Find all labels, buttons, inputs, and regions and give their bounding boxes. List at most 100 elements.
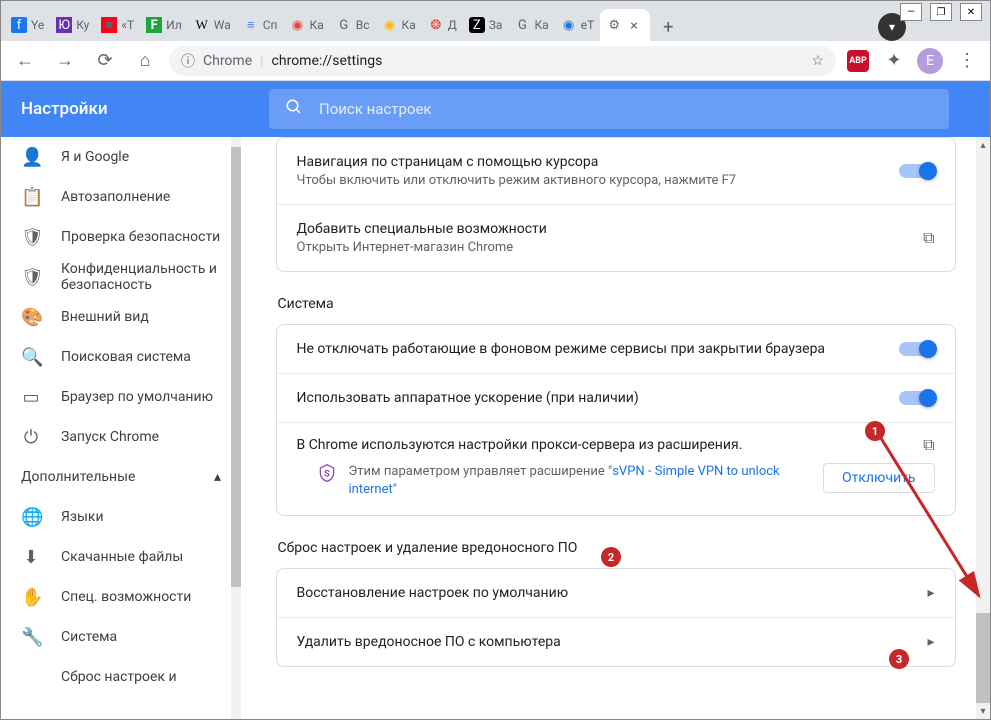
- sidebar-item-label: Браузер по умолчанию: [61, 389, 213, 405]
- sidebar-item[interactable]: 🛡Проверка безопасности: [1, 217, 241, 257]
- hardware-accel-toggle[interactable]: [899, 391, 935, 405]
- tab-title: Д: [448, 18, 457, 32]
- sidebar-item[interactable]: ⏻ Запуск Chrome: [1, 417, 241, 457]
- sidebar-item-icon: 🔧: [21, 627, 41, 648]
- sidebar-item-icon: 👤: [21, 147, 41, 168]
- browser-tab[interactable]: GКа: [508, 9, 554, 41]
- bookmark-star-icon[interactable]: ☆: [811, 53, 824, 69]
- browser-tab[interactable]: ■«Т: [95, 9, 140, 41]
- system-heading: Система: [278, 296, 958, 312]
- caret-browsing-toggle[interactable]: [899, 164, 935, 178]
- reload-button[interactable]: ⟳: [89, 45, 121, 77]
- sidebar-item[interactable]: 📋 Автозаполнение: [1, 177, 241, 217]
- scroll-thumb[interactable]: [976, 613, 990, 703]
- browser-tab[interactable]: ЮКу: [50, 9, 95, 41]
- tab-title: eT: [581, 18, 595, 32]
- home-button[interactable]: ⌂: [129, 45, 161, 77]
- sidebar-item-icon: 🌐: [21, 507, 41, 528]
- window-controls: — ❐ ✕: [900, 3, 982, 21]
- tab-title: Сп: [263, 18, 278, 32]
- browser-tab[interactable]: ❂Д: [422, 9, 463, 41]
- sidebar-advanced-toggle[interactable]: Дополнительные ▴: [1, 457, 241, 497]
- search-icon: [285, 98, 303, 121]
- proxy-row: В Chrome используются настройки прокси-с…: [277, 422, 955, 515]
- sidebar-item[interactable]: ▭Браузер по умолчанию: [1, 377, 241, 417]
- minimize-button[interactable]: —: [900, 3, 922, 21]
- annotation-2: 2: [601, 547, 621, 567]
- extensions-icon[interactable]: ✦: [880, 47, 908, 75]
- browser-tab-active[interactable]: ⚙×: [600, 9, 650, 41]
- omnibox[interactable]: ⓘ Chrome | chrome://settings ☆: [169, 46, 836, 76]
- svg-text:S: S: [324, 469, 330, 479]
- browser-tab[interactable]: WWa: [188, 9, 237, 41]
- sidebar-item-label: Спец. возможности: [61, 589, 191, 605]
- settings-search[interactable]: [269, 89, 949, 129]
- sidebar-item[interactable]: 🛡Конфиденциальность и безопасность: [1, 257, 241, 297]
- sidebar-item-label: Запуск Chrome: [61, 429, 159, 445]
- sidebar-advanced-label: Дополнительные: [21, 469, 135, 485]
- maximize-button[interactable]: ❐: [930, 3, 952, 21]
- sidebar-item[interactable]: ⬇Скачанные файлы: [1, 537, 241, 577]
- address-bar: ← → ⟳ ⌂ ⓘ Chrome | chrome://settings ☆ A…: [1, 41, 990, 81]
- close-window-button[interactable]: ✕: [960, 3, 982, 21]
- favicon: ◉: [382, 17, 398, 33]
- sidebar-item[interactable]: Сброс настроек и: [1, 657, 241, 697]
- site-info-icon[interactable]: ⓘ: [181, 51, 195, 71]
- back-button[interactable]: ←: [9, 45, 41, 77]
- chrome-menu-icon[interactable]: ⋮: [952, 50, 982, 71]
- cleanup-computer-row[interactable]: Удалить вредоносное ПО с компьютера ▸: [277, 617, 955, 666]
- browser-tab[interactable]: fYe: [5, 9, 50, 41]
- tab-title: Вс: [356, 18, 370, 32]
- chevron-up-icon: ▴: [214, 469, 221, 485]
- omnibox-divider: |: [260, 53, 263, 69]
- caret-browsing-sub: Чтобы включить или отключить режим актив…: [297, 172, 899, 190]
- profile-avatar[interactable]: E: [916, 47, 944, 75]
- restore-defaults-row[interactable]: Восстановление настроек по умолчанию ▸: [277, 569, 955, 617]
- browser-tab[interactable]: ◉Ка: [284, 9, 330, 41]
- tab-title: Ку: [76, 18, 89, 32]
- sidebar-item[interactable]: 🔧Система: [1, 617, 241, 657]
- sidebar-item[interactable]: 🔍Поисковая система: [1, 337, 241, 377]
- sidebar-item[interactable]: ✋Спец. возможности: [1, 577, 241, 617]
- sidebar-item-icon: 🛡: [21, 267, 41, 288]
- browser-tab[interactable]: ◉ Ка: [376, 9, 422, 41]
- sidebar-item[interactable]: 🎨 Внешний вид: [1, 297, 241, 337]
- sidebar-item-icon: 🛡: [21, 227, 41, 248]
- browser-tab[interactable]: FИл: [140, 9, 188, 41]
- omnibox-scheme: Chrome: [203, 53, 252, 69]
- svpn-extension-icon: S: [317, 463, 337, 483]
- browser-tab[interactable]: ◉eT: [555, 9, 601, 41]
- sidebar-item-icon: 🔍: [21, 347, 41, 368]
- sidebar-item-icon: 📋: [21, 187, 41, 208]
- hardware-accel-label: Использовать аппаратное ускорение (при н…: [297, 388, 639, 408]
- favicon: Z: [469, 17, 485, 33]
- sidebar-item-icon: 🎨: [21, 307, 41, 328]
- sidebar-item[interactable]: 🌐 Языки: [1, 497, 241, 537]
- scroll-up-arrow[interactable]: ▴: [976, 137, 990, 153]
- scroll-down-arrow[interactable]: ▾: [976, 703, 990, 719]
- browser-tab[interactable]: GВс: [330, 9, 376, 41]
- abp-extension-icon[interactable]: ABP: [844, 47, 872, 75]
- annotation-arrow: [861, 421, 991, 611]
- sidebar-item-icon: ⏻: [21, 427, 41, 448]
- background-apps-row: Не отключать работающие в фоновом режиме…: [277, 325, 955, 373]
- background-apps-label: Не отключать работающие в фоновом режиме…: [297, 339, 826, 359]
- sidebar-scrollbar[interactable]: [231, 137, 241, 719]
- add-accessibility-row[interactable]: Добавить специальные возможности Открыть…: [277, 204, 955, 271]
- content-area: 👤Я и Google 📋 Автозаполнение 🛡Проверка безо…: [1, 137, 990, 719]
- settings-search-input[interactable]: [319, 100, 933, 118]
- tab-close-icon[interactable]: ×: [630, 18, 644, 32]
- sidebar-item-label: Внешний вид: [61, 309, 149, 325]
- background-apps-toggle[interactable]: [899, 342, 935, 356]
- browser-tab[interactable]: ≡Сп: [237, 9, 284, 41]
- sidebar-item-label: Автозаполнение: [61, 189, 170, 205]
- tab-title: Ка: [402, 18, 416, 32]
- favicon: f: [11, 17, 27, 33]
- browser-tab[interactable]: ZЗа: [463, 9, 509, 41]
- new-tab-button[interactable]: +: [654, 13, 682, 41]
- sidebar-item[interactable]: 👤Я и Google: [1, 137, 241, 177]
- hardware-accel-row: Использовать аппаратное ускорение (при н…: [277, 373, 955, 422]
- forward-button[interactable]: →: [49, 45, 81, 77]
- sidebar-item-label: Языки: [61, 509, 104, 525]
- restore-defaults-label: Восстановление настроек по умолчанию: [297, 583, 569, 603]
